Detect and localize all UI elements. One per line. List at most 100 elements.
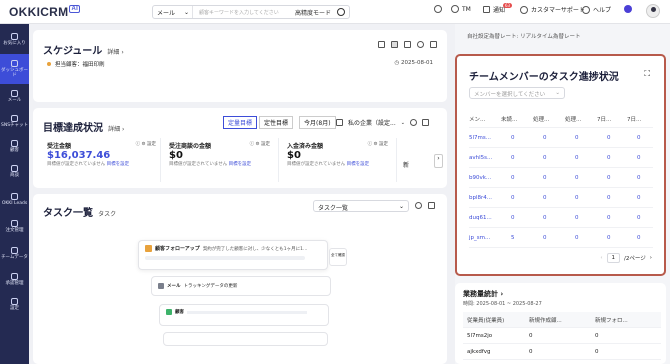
workload-table: 従業員(従業員) 新規作成顧... 新規フォロ... 5l7ms2jo 0 0 aj… [463, 312, 661, 360]
table-header: 従業員(従業員) 新規作成顧... 新規フォロ... [463, 312, 661, 328]
sidebar-item-favorites[interactable]: お気に入り [0, 24, 29, 54]
expand-icon[interactable] [421, 119, 429, 126]
workload-period: 時間: 2025-08-01 ~ 2025-08-27 [463, 301, 542, 307]
mail-icon [158, 283, 164, 289]
schedule-detail-link[interactable]: 詳細 › [107, 49, 123, 56]
page-input[interactable]: 1 [606, 253, 621, 263]
sidebar-item-deal[interactable]: 商談 [0, 159, 29, 184]
mail-icon [11, 90, 18, 97]
tasks-subtitle: タスク [98, 211, 117, 218]
sidebar-item-leads[interactable]: OKKI Leads [0, 184, 29, 214]
sidebar-item-orders[interactable]: 注文管理 [0, 214, 29, 239]
set-goal-link[interactable]: 目標を設定 [107, 162, 130, 167]
expand-icon[interactable]: ⛶ [644, 69, 650, 79]
chevron-right-icon[interactable]: › [434, 154, 443, 168]
settings-icon [11, 298, 18, 305]
sidebar-item-team-data[interactable]: チームデータ [0, 239, 29, 267]
task-view-select[interactable]: タスク一覧 ⌄ [313, 200, 409, 212]
schedule-date: ◷ 2025-08-01 [394, 60, 433, 66]
sidebar-item-customer[interactable]: 顧客 [0, 134, 29, 159]
chevron-left-icon[interactable]: ‹ [600, 255, 602, 261]
notification-count: 63 [503, 3, 513, 8]
customer-icon [166, 309, 172, 315]
tab-quantitative[interactable]: 定量目標 [223, 116, 258, 129]
search-type-select[interactable]: メール ⌄ [153, 6, 193, 18]
sidebar-item-settings[interactable]: 設定 [0, 292, 29, 317]
settings-icon[interactable] [415, 202, 422, 209]
refresh-icon[interactable] [428, 202, 435, 209]
grid-view-icon[interactable] [404, 41, 411, 48]
metric-row: 受注金額 ⓘ ⚙ 設定 $16,037.46 目標値が設定されていません 目標を設… [43, 138, 437, 182]
tasks-title: タスク一覧 [43, 208, 93, 219]
table-row[interactable]: ajkxdfvg 0 0 [463, 344, 661, 360]
search-input[interactable]: 顧客キーワードを入力してください [193, 9, 295, 16]
help-button[interactable]: ヘルプ [582, 5, 611, 14]
sidebar-item-dashboard[interactable]: ダッシュボード [0, 54, 29, 84]
workload-card: 業務量統計 › 時間: 2025-08-01 ~ 2025-08-27 従業員(… [455, 283, 666, 364]
table-row[interactable]: bpl8r4... 0 0 0 0 0 [469, 188, 653, 208]
table-row[interactable]: jp_sm... 5 0 0 0 0 [469, 228, 653, 248]
sidebar-item-mail[interactable]: メール [0, 84, 29, 109]
sidebar-item-approval[interactable]: 承認管理 [0, 267, 29, 292]
task-preview-card[interactable]: メール トラッキングデータの更新 [151, 276, 331, 296]
task-preview-card[interactable] [163, 332, 328, 346]
bell-icon [483, 6, 490, 13]
moon-icon[interactable] [624, 5, 632, 13]
exchange-rate-text: 自社設定為替レート: リアルタイム為替レート [467, 34, 581, 40]
set-goal-link[interactable]: 目標を設定 [347, 162, 370, 167]
theme-icon[interactable] [434, 5, 442, 13]
task-toolbar [415, 202, 435, 209]
metric-settings[interactable]: ⓘ ⚙ 設定 [368, 141, 388, 150]
customer-icon [11, 140, 18, 147]
chevron-right-icon[interactable]: › [650, 255, 652, 261]
company-select[interactable]: 私の企業（設定... [348, 118, 396, 127]
top-bar: OKKICRM AI メール ⌄ 顧客キーワードを入力してください 高精度モード T… [0, 0, 670, 24]
period-select[interactable]: 今月(8月) [299, 116, 336, 129]
member-select[interactable]: メンバーを選択してください ⌄ [469, 87, 565, 99]
table-row[interactable]: 5l7ms... 0 0 0 0 0 [469, 128, 653, 148]
table-row[interactable]: b90vk... 0 0 0 0 0 [469, 168, 653, 188]
task-preview-card[interactable]: 顧客 [159, 304, 329, 326]
table-row[interactable]: avhl5s... 0 0 0 0 0 [469, 148, 653, 168]
tab-qualitative[interactable]: 定性目標 [259, 116, 294, 129]
list-view-icon[interactable] [391, 41, 398, 48]
metric-value: $16,037.46 [47, 150, 111, 161]
set-goal-link[interactable]: 目標を設定 [229, 162, 252, 167]
goals-card: 目標達成状況 詳細 › 定量目標 定性目標 今月(8月) 私の企業（設定... … [33, 108, 447, 188]
leads-icon [11, 192, 18, 200]
goal-filters: 私の企業（設定... ⌄ [336, 118, 429, 127]
notification-button[interactable]: 通知 63 [483, 3, 513, 14]
app-logo[interactable]: OKKICRM AI [9, 5, 81, 19]
table-row[interactable]: duq61... 0 0 0 0 0 [469, 208, 653, 228]
calendar-icon[interactable] [336, 119, 343, 126]
approval-icon [11, 273, 18, 280]
status-dot [47, 62, 51, 66]
goal-tabs: 定量目標 定性目標 今月(8月) [223, 116, 336, 129]
user-circle-icon [451, 5, 459, 13]
task-preview-card[interactable]: 顧客フォローアップ 契約が完了した顧客に対し、少なくとも1ヶ月に1... [138, 240, 328, 270]
schedule-item[interactable]: 担当顧客：福田印刷 [47, 60, 105, 68]
team-data-icon [11, 246, 18, 254]
user-menu[interactable]: TM [451, 5, 471, 13]
search-icon[interactable] [337, 8, 345, 16]
metric-settings[interactable]: ⓘ ⚙ 設定 [136, 141, 156, 150]
pagination: ‹ 1 /2ページ › [600, 253, 652, 263]
goals-detail-link[interactable]: 詳細 › [108, 126, 124, 133]
metric-settings[interactable]: ⓘ ⚙ 設定 [250, 141, 270, 150]
metric-more: 新 [403, 162, 410, 169]
chevron-down-icon: ⌄ [398, 203, 404, 210]
workload-title[interactable]: 業務量統計 › [463, 289, 503, 299]
team-panel-title: チームメンバーのタスク進捗状況 [469, 72, 619, 83]
table-row[interactable]: 5l7ms2jo 0 0 [463, 328, 661, 344]
avatar[interactable] [646, 4, 660, 18]
sidebar-item-sns-chat[interactable]: SNSチャット [0, 109, 29, 134]
settings-icon[interactable] [417, 41, 424, 48]
expand-icon[interactable] [430, 41, 437, 48]
metric-value: $0 [169, 150, 183, 161]
support-button[interactable]: カスタマーサポート [520, 5, 585, 14]
search-mode-toggle[interactable]: 高精度モード [295, 8, 337, 17]
settings-icon[interactable] [409, 119, 417, 126]
star-icon [11, 32, 18, 40]
add-icon[interactable] [378, 41, 385, 48]
task-side-note[interactable]: 全て確認 [329, 248, 347, 266]
